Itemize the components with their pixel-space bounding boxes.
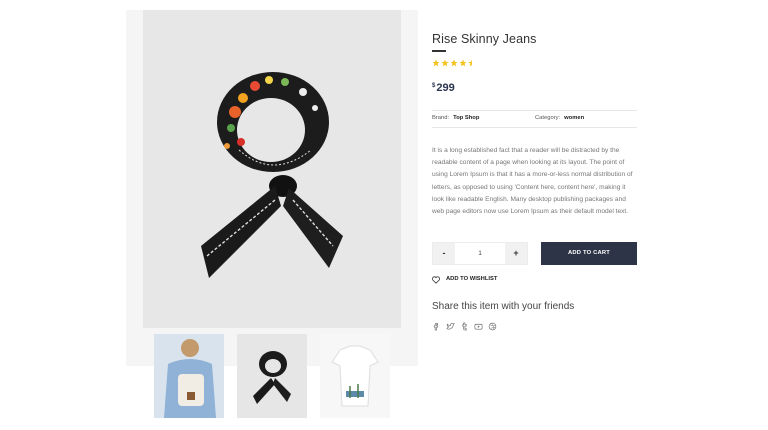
star-half-icon: [468, 59, 472, 67]
product-title: Rise Skinny Jeans: [432, 32, 537, 46]
quantity-input[interactable]: 1: [455, 243, 505, 264]
brand-label: Brand:: [432, 115, 450, 121]
divider: [432, 110, 637, 111]
share-title: Share this item with your friends: [432, 301, 575, 312]
scarf-illustration: [201, 72, 343, 278]
youtube-icon[interactable]: [474, 322, 484, 332]
add-to-cart-button[interactable]: ADD TO CART: [541, 242, 637, 265]
thumbnail-backpack[interactable]: [154, 334, 224, 418]
tumblr-icon[interactable]: [460, 322, 470, 332]
decrease-quantity-button[interactable]: -: [433, 243, 455, 264]
star-icon: [441, 59, 449, 67]
category-label: Category:: [535, 115, 561, 121]
price-value: 299: [436, 82, 455, 94]
thumbnail-strip: [154, 334, 390, 420]
heart-icon: [432, 276, 440, 284]
main-product-image: [143, 10, 401, 328]
thumbnail-shirt[interactable]: [320, 334, 390, 418]
quantity-stepper: - 1 +: [432, 242, 528, 265]
increase-quantity-button[interactable]: +: [505, 243, 527, 264]
category-value[interactable]: women: [564, 115, 584, 121]
divider: [432, 127, 637, 128]
star-icon: [432, 59, 440, 67]
dribbble-icon[interactable]: [488, 322, 498, 332]
currency-symbol: $: [432, 83, 436, 89]
star-icon: [450, 59, 458, 67]
thumbnail-scarf[interactable]: [237, 334, 307, 418]
title-underline: [432, 50, 446, 52]
category-meta: Category: women: [535, 115, 584, 121]
brand-value[interactable]: Top Shop: [453, 115, 479, 121]
twitter-icon[interactable]: [446, 322, 456, 332]
brand-meta: Brand: Top Shop: [432, 115, 479, 121]
facebook-icon[interactable]: [432, 322, 442, 332]
product-price: $299: [432, 82, 455, 94]
star-icon: [459, 59, 467, 67]
product-description: It is a long established fact that a rea…: [432, 147, 633, 216]
wishlist-label: ADD TO WISHLIST: [446, 276, 498, 282]
